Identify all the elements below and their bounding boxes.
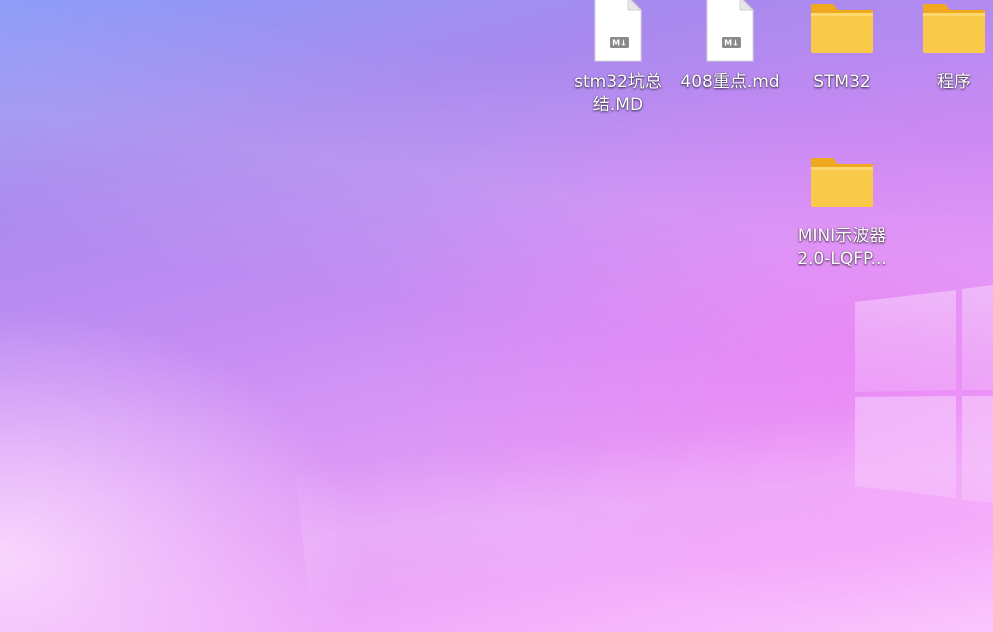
desktop-icon-label: STM32 <box>813 72 871 92</box>
markdown-file-icon: M↓ <box>594 0 643 62</box>
desktop-icon-label: 程序 <box>937 72 971 92</box>
desktop-icon-stm32-folder[interactable]: STM32 <box>791 0 893 94</box>
wallpaper-light-streak-lower <box>295 373 993 607</box>
desktop-icon-label: MINI示波器2.0-LQFP... <box>797 226 887 269</box>
markdown-file-icon: M↓ <box>706 0 755 62</box>
desktop-background[interactable]: M↓ stm32坑总结.MD M↓ 408重点.md STM32 程序 MINI… <box>0 0 993 632</box>
desktop-icon-program-folder[interactable]: 程序 <box>903 0 993 94</box>
desktop-icon-408-notes[interactable]: M↓ 408重点.md <box>679 0 781 94</box>
folder-icon <box>923 4 985 53</box>
desktop-icon-mini-oscilloscope-folder[interactable]: MINI示波器2.0-LQFP... <box>791 154 893 271</box>
desktop-icon-stm32-notes[interactable]: M↓ stm32坑总结.MD <box>567 0 669 117</box>
folder-icon <box>811 158 873 207</box>
svg-text:M↓: M↓ <box>724 39 739 48</box>
svg-text:M↓: M↓ <box>612 39 627 48</box>
desktop-icon-label: stm32坑总结.MD <box>574 72 662 115</box>
folder-icon <box>811 4 873 53</box>
desktop-icon-label: 408重点.md <box>680 72 780 92</box>
